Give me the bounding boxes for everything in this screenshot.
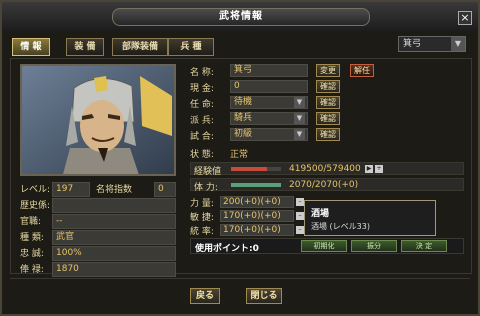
chevron-down-icon[interactable]: ▼ — [294, 97, 305, 108]
loyalty-label: 忠 誠: — [20, 249, 44, 259]
tab-equipment[interactable]: 装 備 — [66, 38, 104, 56]
points-bar: 使用ポイント:0 初期化 振分 決 定 — [190, 238, 464, 254]
type-value: 武官 — [52, 230, 176, 245]
chevron-down-icon[interactable]: ▼ — [294, 129, 305, 140]
profile-row-type: 種 類: 武官 — [20, 230, 176, 245]
rank-label: 官職: — [20, 217, 42, 227]
stamina-label: 体 力: — [194, 183, 218, 193]
name-value: 箕弓 — [230, 64, 308, 77]
tab-info[interactable]: 情 報 — [12, 38, 50, 56]
stat-agility: 敏 捷: 170(+0)(+0) – — [190, 210, 310, 223]
close-footer-button[interactable]: 閉じる — [246, 288, 282, 304]
field-appoint: 任 命: 待機 ▼ 確認 — [190, 96, 450, 110]
profile-row-rank: 官職: -- — [20, 214, 176, 229]
exp-add-icon[interactable]: + — [375, 165, 383, 173]
exp-bar-fill — [231, 167, 268, 171]
profile-row-history: 歴史係: — [20, 198, 176, 213]
type-label: 種 類: — [20, 233, 44, 243]
cost-confirm-button[interactable]: 確認 — [316, 80, 340, 93]
field-troop: 派 兵: 騎兵 ▼ 確認 — [190, 112, 450, 126]
exp-row: 経験値 419500/579400 ▶ + — [190, 162, 464, 177]
distribute-points-button[interactable]: 振分 — [351, 240, 397, 252]
loyalty-value: 100% — [52, 246, 176, 261]
trial-confirm-button[interactable]: 確認 — [316, 128, 340, 141]
strength-value: 200(+0)(+0) — [220, 196, 294, 208]
field-name: 名 称: 箕弓 変更 解任 — [190, 64, 450, 78]
chevron-down-icon: ▼ — [451, 37, 465, 51]
reset-points-button[interactable]: 初期化 — [301, 240, 347, 252]
cost-value: 0 — [230, 80, 308, 93]
profile-row-loyalty: 忠 誠: 100% — [20, 246, 176, 261]
tavern-tooltip: 酒場 酒場 (レベル33) — [304, 200, 436, 236]
agility-label: 敏 捷: — [190, 213, 214, 223]
command-label: 統 率: — [190, 227, 214, 237]
rename-button[interactable]: 変更 — [316, 64, 340, 77]
appoint-confirm-button[interactable]: 確認 — [316, 96, 340, 109]
trial-label: 試 合: — [190, 132, 214, 142]
fame-index-label: 名将指数 — [96, 185, 133, 195]
footer-divider — [10, 278, 470, 279]
field-cost: 現 金: 0 確認 — [190, 80, 450, 94]
salary-value: 1870 — [52, 262, 176, 277]
command-value: 170(+0)(+0) — [220, 224, 294, 236]
rank-value: -- — [52, 214, 176, 229]
strength-minus-icon[interactable]: – — [296, 198, 304, 206]
stamina-value: 2070/2070(+0) — [289, 180, 359, 190]
agility-minus-icon[interactable]: – — [296, 212, 304, 220]
tab-troop-equipment[interactable]: 部隊装備 — [112, 38, 168, 56]
status-label: 状 態: — [190, 150, 214, 160]
troop-confirm-button[interactable]: 確認 — [316, 112, 340, 125]
stamina-bar-track — [231, 183, 281, 187]
exp-bar-track — [231, 167, 281, 171]
tooltip-title: 酒場 — [311, 209, 330, 219]
agility-value: 170(+0)(+0) — [220, 210, 294, 222]
general-info-window: 武将情報 × 情 報 装 備 部隊装備 兵 種 箕弓 ▼ レベル: 197 名将… — [0, 0, 480, 316]
window-title: 武将情報 — [112, 8, 370, 26]
tooltip-detail: 酒場 (レベル33) — [311, 222, 370, 231]
stamina-row: 体 力: 2070/2070(+0) — [190, 178, 464, 193]
exp-detail-icon[interactable]: ▶ — [365, 165, 373, 173]
dismiss-button[interactable]: 解任 — [350, 64, 374, 77]
back-button[interactable]: 戻る — [190, 288, 220, 304]
cost-label: 現 金: — [190, 84, 214, 94]
exp-label: 経験値 — [194, 167, 222, 177]
class-select[interactable]: 箕弓 ▼ — [398, 36, 466, 52]
profile-row-level: レベル: 197 名将指数 0 — [20, 182, 176, 197]
field-status: 状 態: 正常 — [190, 146, 450, 160]
class-select-value: 箕弓 — [403, 39, 422, 49]
strength-label: 力 量: — [190, 199, 214, 209]
stat-command: 統 率: 170(+0)(+0) – — [190, 224, 310, 237]
level-value: 197 — [52, 182, 90, 197]
troop-label: 派 兵: — [190, 116, 214, 126]
general-portrait — [20, 64, 176, 176]
stat-strength: 力 量: 200(+0)(+0) – — [190, 196, 310, 209]
appoint-label: 任 命: — [190, 100, 214, 110]
status-value: 正常 — [230, 150, 249, 160]
title-bar: 武将情報 × — [2, 2, 478, 32]
profile-row-salary: 俸 禄: 1870 — [20, 262, 176, 277]
chevron-down-icon[interactable]: ▼ — [294, 113, 305, 124]
fame-index-value: 0 — [154, 182, 176, 197]
history-value — [52, 198, 176, 213]
stamina-bar-fill — [231, 183, 281, 187]
points-label: 使用ポイント:0 — [195, 244, 259, 254]
close-button[interactable]: × — [458, 11, 472, 25]
level-label: レベル: — [20, 185, 51, 195]
exp-value: 419500/579400 — [289, 164, 361, 174]
history-label: 歴史係: — [20, 201, 51, 211]
field-trial: 試 合: 初級 ▼ 確認 — [190, 128, 450, 142]
command-minus-icon[interactable]: – — [296, 226, 304, 234]
salary-label: 俸 禄: — [20, 265, 44, 275]
tab-unit-type[interactable]: 兵 種 — [168, 38, 214, 56]
name-label: 名 称: — [190, 68, 214, 78]
confirm-points-button[interactable]: 決 定 — [401, 240, 447, 252]
